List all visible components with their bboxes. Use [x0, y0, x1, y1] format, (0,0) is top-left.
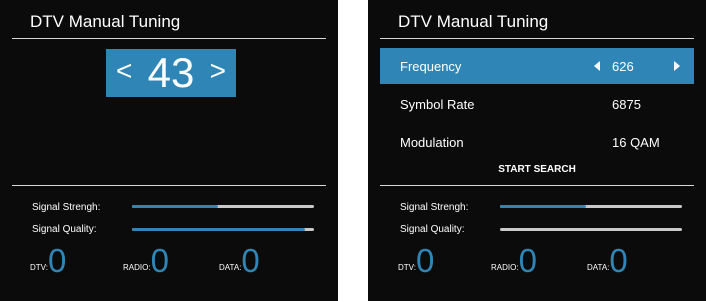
signal-quality-bar	[500, 228, 682, 231]
signal-strength-label: Signal Strengh:	[400, 202, 469, 213]
menu-item-frequency[interactable]: Frequency 626	[380, 48, 694, 84]
channel-selector[interactable]: < 43 >	[106, 49, 236, 97]
signal-quality-label: Signal Quality:	[400, 224, 465, 235]
dtv-count: DTV: 0	[398, 242, 435, 279]
section-divider	[12, 185, 326, 186]
signal-quality-fill	[132, 228, 305, 231]
frequency-label: Frequency	[400, 59, 462, 74]
signal-strength-bar	[132, 205, 314, 208]
radio-count: RADIO: 0	[491, 242, 537, 279]
manual-tuning-settings-panel: DTV Manual Tuning Frequency 626 Symbol R…	[368, 0, 706, 301]
menu-item-modulation[interactable]: Modulation 16 QAM	[380, 124, 694, 160]
radio-count-value: 0	[150, 242, 169, 279]
radio-count-value: 0	[518, 242, 537, 279]
frequency-value: 626	[612, 59, 634, 74]
modulation-value: 16 QAM	[612, 135, 660, 150]
data-count-label: DATA:	[587, 263, 610, 272]
signal-strength-fill	[132, 205, 218, 208]
data-count: DATA: 0	[219, 242, 260, 279]
arrow-right-icon[interactable]	[674, 61, 680, 71]
channel-number: 43	[147, 49, 195, 96]
channel-tuning-panel: DTV Manual Tuning < 43 > Signal Strengh:…	[0, 0, 338, 301]
title-divider	[12, 38, 326, 39]
radio-count-label: RADIO:	[491, 263, 519, 272]
signal-quality-label: Signal Quality:	[32, 224, 97, 235]
data-count-label: DATA:	[219, 263, 242, 272]
dtv-count: DTV: 0	[30, 242, 67, 279]
data-count-value: 0	[241, 242, 260, 279]
radio-count-label: RADIO:	[123, 263, 151, 272]
signal-strength-label: Signal Strengh:	[32, 202, 101, 213]
arrow-left-icon[interactable]	[594, 61, 600, 71]
data-count-value: 0	[609, 242, 628, 279]
dtv-count-label: DTV:	[398, 263, 416, 272]
chevron-left-icon[interactable]: <	[116, 55, 132, 87]
chevron-right-icon[interactable]: >	[210, 55, 226, 87]
section-divider	[380, 185, 694, 186]
modulation-label: Modulation	[400, 135, 464, 150]
panel-title: DTV Manual Tuning	[30, 12, 181, 31]
dtv-count-value: 0	[47, 242, 67, 279]
dtv-count-value: 0	[415, 242, 435, 279]
signal-quality-bar	[132, 228, 314, 231]
panel-title: DTV Manual Tuning	[398, 12, 549, 31]
start-search-button[interactable]: START SEARCH	[368, 164, 706, 175]
data-count: DATA: 0	[587, 242, 628, 279]
radio-count: RADIO: 0	[123, 242, 169, 279]
signal-strength-bar	[500, 205, 682, 208]
signal-strength-fill	[500, 205, 586, 208]
symbol-rate-value: 6875	[612, 97, 641, 112]
symbol-rate-label: Symbol Rate	[400, 97, 475, 112]
title-divider	[380, 38, 694, 39]
menu-item-symbol-rate[interactable]: Symbol Rate 6875	[380, 86, 694, 122]
dtv-count-label: DTV:	[30, 263, 48, 272]
